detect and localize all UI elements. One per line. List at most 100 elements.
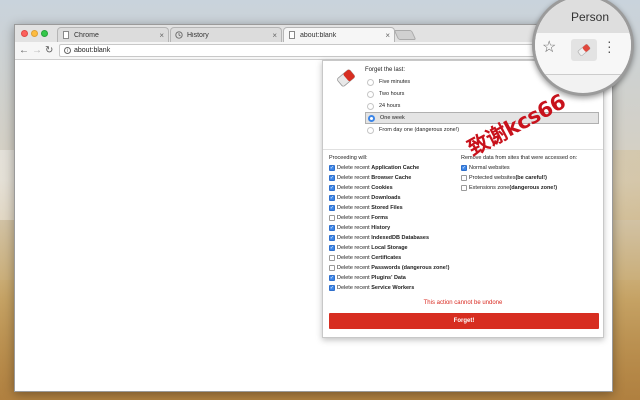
- history-icon: [175, 31, 183, 39]
- delete-option[interactable]: Delete recent Application Cache: [329, 163, 450, 173]
- delete-option[interactable]: Delete recent Service Workers: [329, 283, 450, 293]
- delete-option[interactable]: Delete recent Local Storage: [329, 243, 450, 253]
- checkbox[interactable]: [329, 265, 335, 271]
- checkbox[interactable]: [329, 285, 335, 291]
- window-close-button[interactable]: [21, 30, 28, 37]
- address-bar[interactable]: i about:blank: [59, 44, 545, 57]
- option-name: Service Workers: [371, 285, 415, 291]
- delete-option[interactable]: Delete recent Cookies: [329, 183, 450, 193]
- timeframe-label: One week: [380, 115, 405, 121]
- checkbox[interactable]: [329, 195, 335, 201]
- tab-close-icon[interactable]: ×: [385, 31, 390, 40]
- timeframe-label: Five minutes: [379, 79, 411, 85]
- info-icon[interactable]: i: [64, 47, 71, 54]
- profile-label[interactable]: Person: [571, 10, 609, 24]
- option-name: Browser Cache: [371, 175, 412, 181]
- tab-about-blank[interactable]: about:blank ×: [283, 27, 395, 42]
- radio-button-selected[interactable]: [368, 114, 375, 122]
- tab-history[interactable]: History ×: [170, 27, 282, 42]
- tab-close-icon[interactable]: ×: [272, 31, 277, 40]
- forget-title: Forget the last:: [365, 67, 406, 73]
- delete-option[interactable]: Delete recent Passwords (dangerous zone!…: [329, 263, 450, 273]
- tab-title: Chrome: [74, 31, 99, 39]
- address-text: about:blank: [74, 47, 111, 54]
- delete-options: Delete recent Application Cache Delete r…: [329, 163, 450, 293]
- toolbar: ← → ↻ i about:blank: [15, 42, 612, 60]
- site-type-warning: (be careful!): [515, 175, 547, 181]
- option-name: Forms: [371, 215, 389, 221]
- extension-button[interactable]: [571, 39, 597, 61]
- option-name: Passwords (dangerous zone!): [371, 265, 450, 271]
- bookmark-star-icon[interactable]: ☆: [542, 37, 556, 57]
- option-prefix: Delete recent: [337, 215, 370, 221]
- option-name: Downloads: [371, 195, 401, 201]
- radio-button[interactable]: [367, 90, 374, 98]
- checkbox[interactable]: [329, 185, 335, 191]
- checkbox[interactable]: [329, 245, 335, 251]
- checkbox[interactable]: [461, 165, 467, 171]
- option-name: History: [371, 225, 391, 231]
- option-prefix: Delete recent: [337, 235, 370, 241]
- checkbox[interactable]: [329, 165, 335, 171]
- doc-icon: [62, 31, 70, 39]
- option-prefix: Delete recent: [337, 175, 370, 181]
- undo-warning: This action cannot be undone: [423, 300, 503, 306]
- delete-option[interactable]: Delete recent Plugins' Data: [329, 273, 450, 283]
- site-type-option[interactable]: Protected websites (be careful!): [461, 173, 557, 183]
- option-prefix: Delete recent: [337, 165, 370, 171]
- checkbox[interactable]: [461, 185, 467, 191]
- checkbox[interactable]: [329, 255, 335, 261]
- tab-title: about:blank: [300, 31, 337, 39]
- option-name: Application Cache: [371, 165, 420, 171]
- radio-button[interactable]: [367, 102, 374, 110]
- tab-close-icon[interactable]: ×: [159, 31, 164, 40]
- eraser-icon: [577, 44, 591, 56]
- option-prefix: Delete recent: [337, 205, 370, 211]
- delete-option[interactable]: Delete recent Certificates: [329, 253, 450, 263]
- kebab-menu-icon[interactable]: · · ·: [607, 34, 612, 58]
- site-type-option[interactable]: Extensions zone (dangerous zone!): [461, 183, 557, 193]
- option-prefix: Delete recent: [337, 265, 370, 271]
- radio-button[interactable]: [367, 78, 374, 86]
- option-name: Local Storage: [371, 245, 408, 251]
- checkbox[interactable]: [329, 175, 335, 181]
- tab-title: History: [187, 31, 209, 39]
- option-prefix: Delete recent: [337, 185, 370, 191]
- delete-option[interactable]: Delete recent History: [329, 223, 450, 233]
- site-type-label: Normal websites: [469, 165, 510, 171]
- delete-option[interactable]: Delete recent Browser Cache: [329, 173, 450, 183]
- checkbox[interactable]: [329, 235, 335, 241]
- delete-option[interactable]: Delete recent IndexedDB Databases: [329, 233, 450, 243]
- timeframe-label: 24 hours: [379, 103, 401, 109]
- back-arrow-icon[interactable]: ←: [19, 45, 29, 57]
- proceeding-title: Proceeding will:: [329, 155, 368, 161]
- checkbox[interactable]: [329, 225, 335, 231]
- tab-strip: Chrome × History × about:blank ×: [15, 25, 612, 42]
- new-tab-button[interactable]: [393, 30, 417, 40]
- delete-option[interactable]: Delete recent Downloads: [329, 193, 450, 203]
- option-prefix: Delete recent: [337, 245, 370, 251]
- reload-icon[interactable]: ↻: [45, 45, 53, 57]
- option-name: IndexedDB Databases: [371, 235, 430, 241]
- checkbox[interactable]: [329, 205, 335, 211]
- option-prefix: Delete recent: [337, 285, 370, 291]
- checkbox[interactable]: [461, 175, 467, 181]
- window-maximize-button[interactable]: [41, 30, 48, 37]
- timeframe-label: From day one (dangerous zone!): [379, 127, 460, 133]
- option-prefix: Delete recent: [337, 195, 370, 201]
- forward-arrow-icon[interactable]: →: [32, 45, 42, 57]
- checkbox[interactable]: [329, 215, 335, 221]
- tab-chrome[interactable]: Chrome ×: [57, 27, 169, 42]
- delete-option[interactable]: Delete recent Forms: [329, 213, 450, 223]
- site-type-option[interactable]: Normal websites: [461, 163, 557, 173]
- option-name: Certificates: [371, 255, 402, 261]
- forget-button[interactable]: Forget!: [329, 313, 599, 329]
- checkbox[interactable]: [329, 275, 335, 281]
- delete-option[interactable]: Delete recent Stored Files: [329, 203, 450, 213]
- doc-icon: [288, 31, 296, 39]
- window-minimize-button[interactable]: [31, 30, 38, 37]
- radio-button[interactable]: [367, 126, 374, 134]
- option-prefix: Delete recent: [337, 255, 370, 261]
- divider: [323, 149, 603, 150]
- option-name: Plugins' Data: [371, 275, 406, 281]
